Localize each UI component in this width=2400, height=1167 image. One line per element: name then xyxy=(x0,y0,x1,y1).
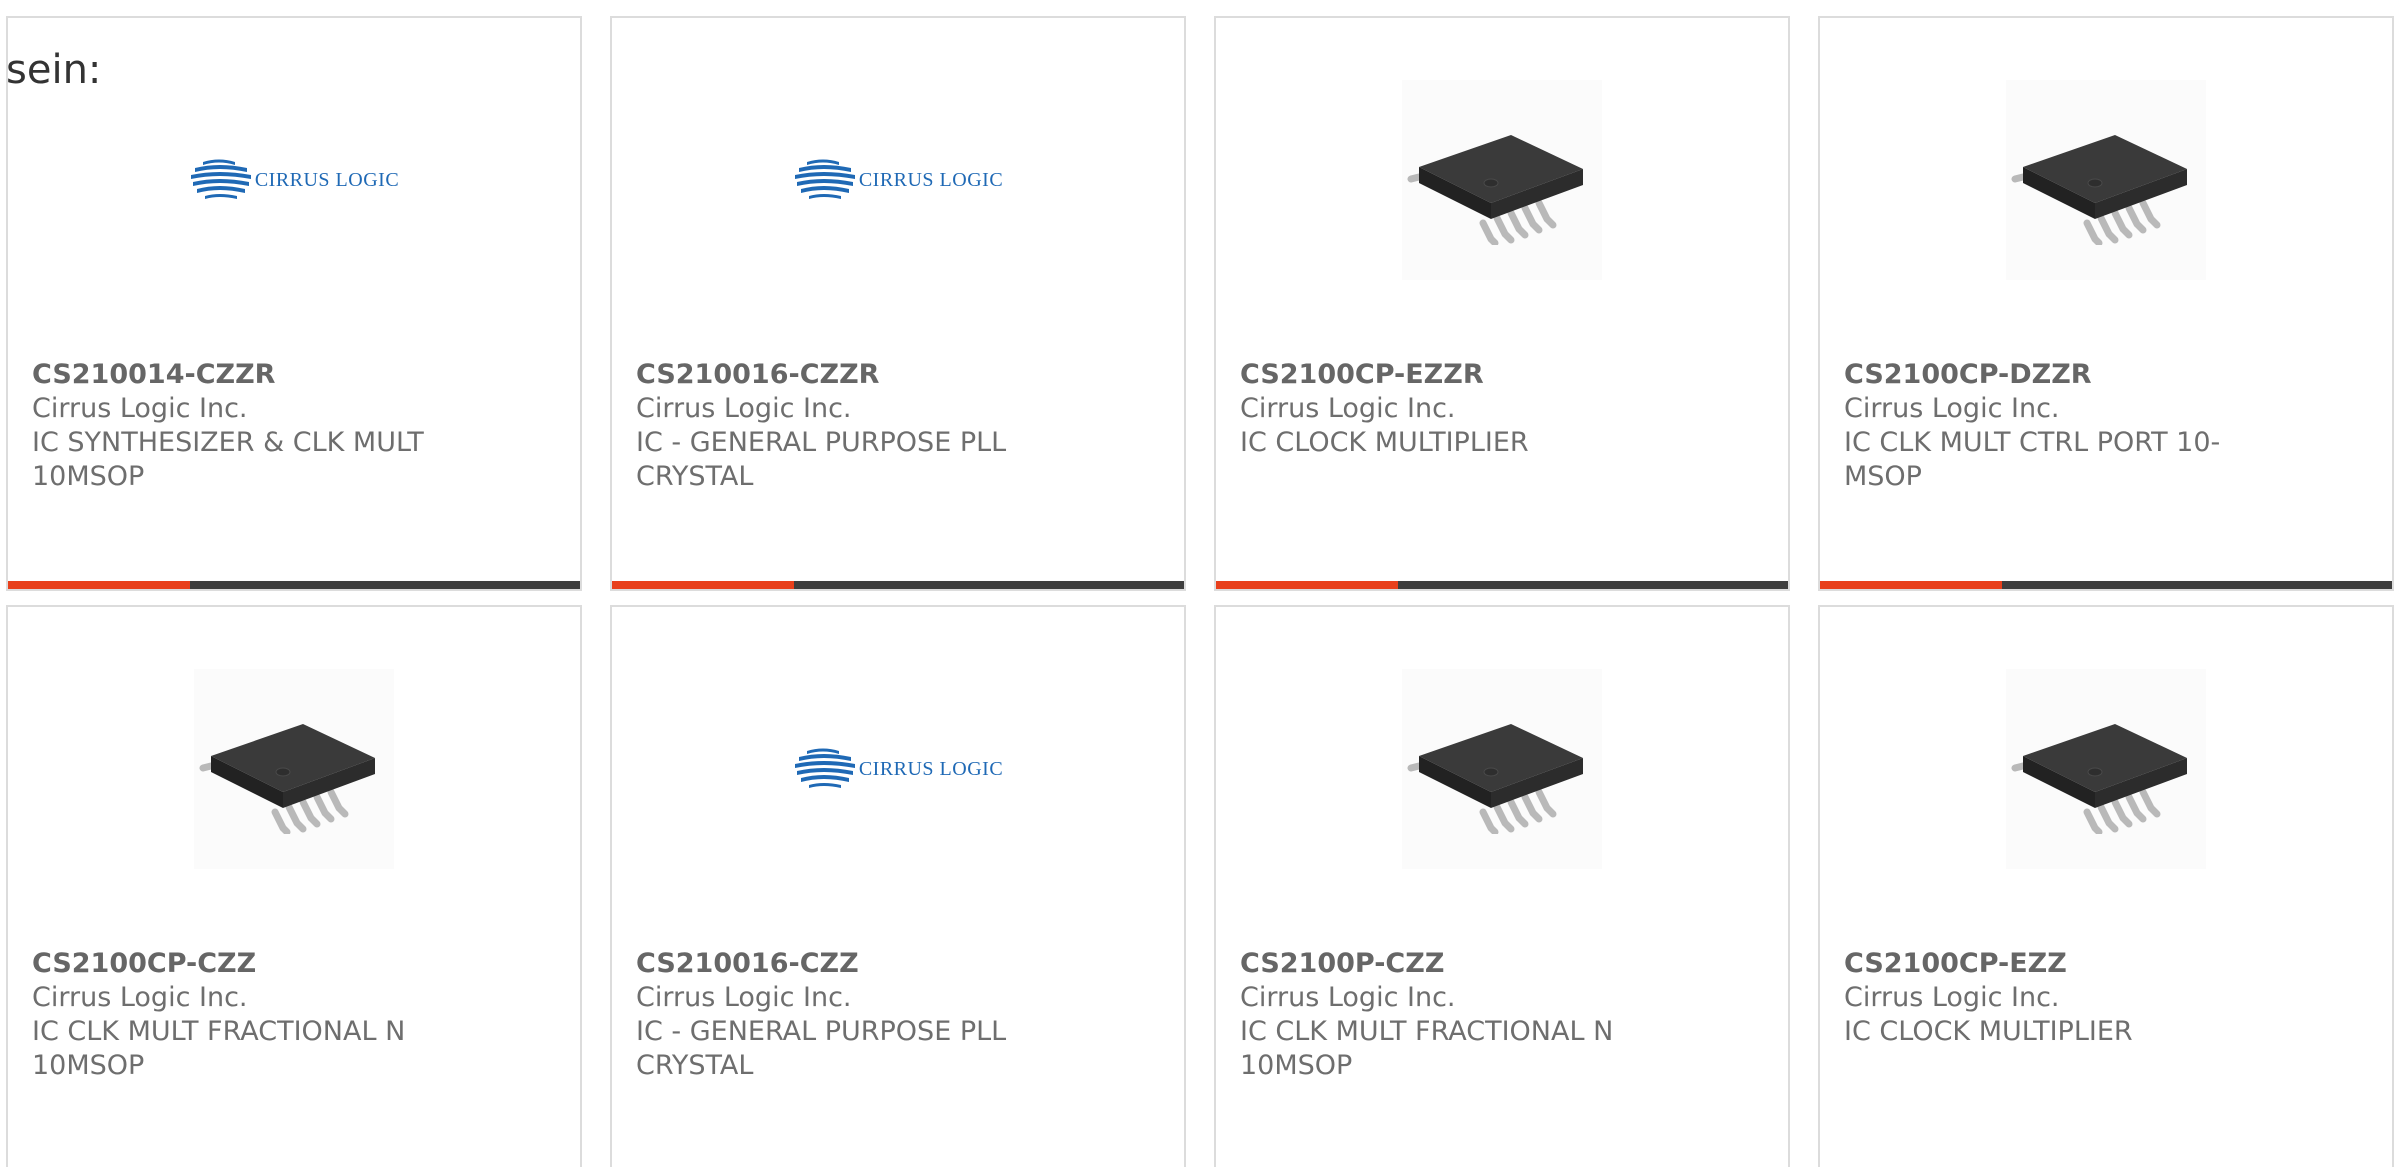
part-number[interactable]: CS2100CP-CZZ xyxy=(32,947,452,981)
cirrus-logic-logo: CIRRUS LOGIC xyxy=(189,158,399,202)
product-description: IC CLOCK MULTIPLIER xyxy=(1844,1016,2133,1047)
msop-chip-photo xyxy=(194,669,394,869)
card-accent-bar xyxy=(8,581,580,589)
part-number[interactable]: CS2100CP-EZZ xyxy=(1844,947,2264,981)
product-info: CS2100CP-DZZR Cirrus Logic Inc. IC CLK M… xyxy=(1844,358,2264,494)
product-description: IC CLOCK MULTIPLIER xyxy=(1240,427,1529,458)
manufacturer: Cirrus Logic Inc. xyxy=(1844,982,2060,1013)
product-info: CS210016-CZZ Cirrus Logic Inc. IC - GENE… xyxy=(636,947,1056,1083)
product-info: CS2100P-CZZ Cirrus Logic Inc. IC CLK MUL… xyxy=(1240,947,1660,1083)
product-image[interactable] xyxy=(1216,80,1788,280)
product-image[interactable] xyxy=(1820,80,2392,280)
chip-icon xyxy=(199,724,375,834)
part-number[interactable]: CS2100P-CZZ xyxy=(1240,947,1660,981)
product-image[interactable]: CIRRUS LOGIC xyxy=(612,80,1184,280)
accent-bar-highlight xyxy=(1216,581,1398,589)
manufacturer: Cirrus Logic Inc. xyxy=(1844,393,2060,424)
product-info: CS210016-CZZR Cirrus Logic Inc. IC - GEN… xyxy=(636,358,1056,494)
product-image[interactable] xyxy=(1820,669,2392,869)
product-info: CS210014-CZZR Cirrus Logic Inc. IC SYNTH… xyxy=(32,358,452,494)
product-card[interactable]: CS2100P-CZZ Cirrus Logic Inc. IC CLK MUL… xyxy=(1214,605,1790,1167)
product-info: CS2100CP-CZZ Cirrus Logic Inc. IC CLK MU… xyxy=(32,947,452,1083)
logo-wordmark: CIRRUS LOGIC xyxy=(254,168,400,191)
product-image[interactable]: CIRRUS LOGIC xyxy=(8,80,580,280)
manufacturer: Cirrus Logic Inc. xyxy=(1240,393,1456,424)
product-description: IC - GENERAL PURPOSE PLL CRYSTAL xyxy=(636,427,1007,492)
card-accent-bar xyxy=(1216,581,1788,589)
cirrus-logic-logo: CIRRUS LOGIC xyxy=(793,158,1003,202)
product-description: IC - GENERAL PURPOSE PLL CRYSTAL xyxy=(636,1016,1007,1081)
manufacturer: Cirrus Logic Inc. xyxy=(1240,982,1456,1013)
msop-chip-photo xyxy=(1402,80,1602,280)
product-info: CS2100CP-EZZR Cirrus Logic Inc. IC CLOCK… xyxy=(1240,358,1660,460)
chip-icon xyxy=(1407,135,1583,245)
part-number[interactable]: CS2100CP-DZZR xyxy=(1844,358,2264,392)
chip-icon xyxy=(2011,135,2187,245)
part-number[interactable]: CS2100CP-EZZR xyxy=(1240,358,1660,392)
product-card[interactable]: CS2100CP-EZZR Cirrus Logic Inc. IC CLOCK… xyxy=(1214,16,1790,591)
accent-bar-highlight xyxy=(8,581,190,589)
product-card[interactable]: CS2100CP-CZZ Cirrus Logic Inc. IC CLK MU… xyxy=(6,605,582,1167)
product-description: IC SYNTHESIZER & CLK MULT 10MSOP xyxy=(32,427,424,492)
intro-text: sein: xyxy=(6,47,102,93)
product-card[interactable]: CIRRUS LOGIC CS210016-CZZR Cirrus Logic … xyxy=(610,16,1186,591)
product-image[interactable] xyxy=(8,669,580,869)
card-accent-bar xyxy=(1820,581,2392,589)
accent-bar-highlight xyxy=(1820,581,2002,589)
msop-chip-photo xyxy=(1402,669,1602,869)
product-grid-page: CIRRUS LOGIC CS210014-CZZR Cirrus Logic … xyxy=(0,0,2400,1167)
product-card[interactable]: CS2100CP-DZZR Cirrus Logic Inc. IC CLK M… xyxy=(1818,16,2394,591)
product-image[interactable]: CIRRUS LOGIC xyxy=(612,669,1184,869)
accent-bar-highlight xyxy=(612,581,794,589)
product-image[interactable] xyxy=(1216,669,1788,869)
part-number[interactable]: CS210016-CZZ xyxy=(636,947,1056,981)
product-card[interactable]: CIRRUS LOGIC CS210014-CZZR Cirrus Logic … xyxy=(6,16,582,591)
product-description: IC CLK MULT FRACTIONAL N 10MSOP xyxy=(32,1016,406,1081)
manufacturer: Cirrus Logic Inc. xyxy=(636,393,852,424)
product-description: IC CLK MULT CTRL PORT 10-MSOP xyxy=(1844,427,2221,492)
manufacturer: Cirrus Logic Inc. xyxy=(32,982,248,1013)
card-accent-bar xyxy=(612,581,1184,589)
logo-wordmark: CIRRUS LOGIC xyxy=(858,168,1004,191)
product-card[interactable]: CIRRUS LOGIC CS210016-CZZ Cirrus Logic I… xyxy=(610,605,1186,1167)
logo-wordmark: CIRRUS LOGIC xyxy=(858,757,1004,780)
chip-icon xyxy=(1407,724,1583,834)
cirrus-logic-logo: CIRRUS LOGIC xyxy=(793,747,1003,791)
part-number[interactable]: CS210014-CZZR xyxy=(32,358,452,392)
part-number[interactable]: CS210016-CZZR xyxy=(636,358,1056,392)
product-description: IC CLK MULT FRACTIONAL N 10MSOP xyxy=(1240,1016,1614,1081)
chip-icon xyxy=(2011,724,2187,834)
manufacturer: Cirrus Logic Inc. xyxy=(32,393,248,424)
manufacturer: Cirrus Logic Inc. xyxy=(636,982,852,1013)
msop-chip-photo xyxy=(2006,80,2206,280)
product-info: CS2100CP-EZZ Cirrus Logic Inc. IC CLOCK … xyxy=(1844,947,2264,1049)
msop-chip-photo xyxy=(2006,669,2206,869)
product-card[interactable]: CS2100CP-EZZ Cirrus Logic Inc. IC CLOCK … xyxy=(1818,605,2394,1167)
